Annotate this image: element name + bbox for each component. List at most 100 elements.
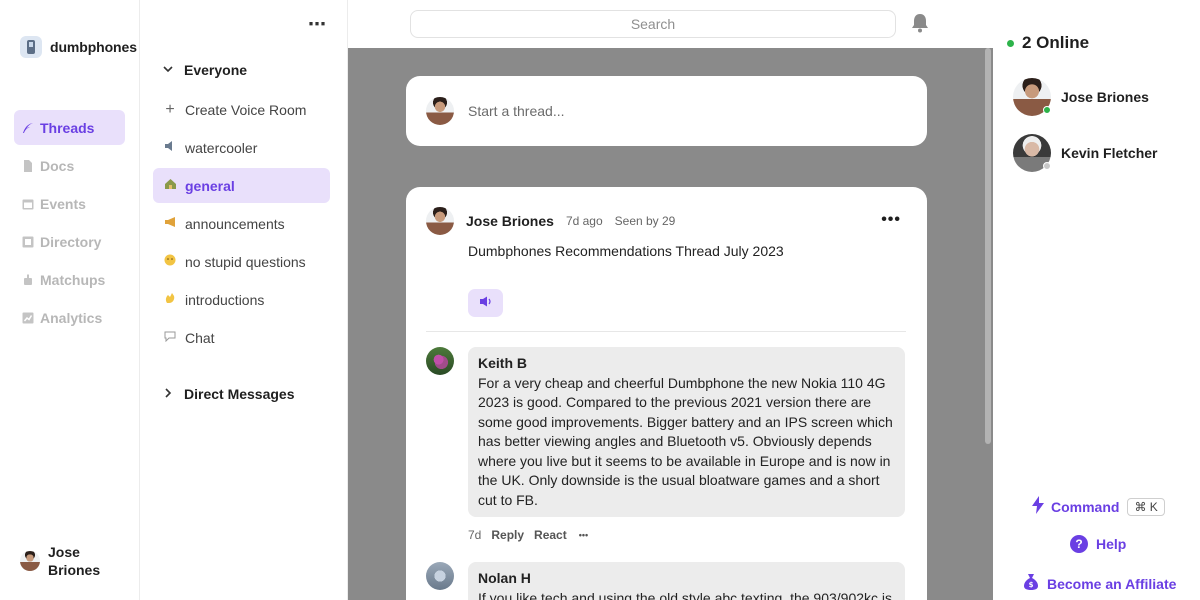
comment: Keith B For a very cheap and cheerful Du… — [426, 347, 905, 517]
calendar-icon — [22, 198, 34, 210]
money-bag-icon: $ — [1023, 573, 1039, 594]
brand-name: dumbphones — [50, 39, 137, 55]
nav-item-label: Events — [40, 195, 86, 212]
online-dot-icon — [1007, 39, 1014, 47]
phone-icon — [20, 36, 42, 58]
channel-list: + Create Voice Room watercooler general … — [153, 92, 330, 358]
plus-icon: + — [165, 100, 175, 118]
search-placeholder: Search — [630, 16, 676, 32]
comment-author[interactable]: Nolan H — [478, 569, 895, 589]
current-user[interactable]: Jose Briones — [20, 543, 108, 579]
bell-icon[interactable] — [911, 13, 929, 33]
more-options-icon[interactable]: ⋯ — [308, 14, 327, 35]
channel-no-stupid-questions[interactable]: no stupid questions — [153, 244, 330, 279]
affiliate-label: Become an Affiliate — [1047, 575, 1177, 592]
online-header: 2 Online — [1007, 33, 1089, 53]
avatar[interactable] — [426, 207, 454, 235]
nav-item-analytics[interactable]: Analytics — [14, 300, 125, 335]
online-user-name: Kevin Fletcher — [1061, 145, 1158, 161]
comment-bubble: Nolan H If you like tech and using the o… — [468, 562, 905, 600]
create-voice-room-button[interactable]: + Create Voice Room — [153, 92, 330, 127]
speaker-emoji-icon — [479, 296, 492, 310]
comment-more-icon[interactable]: ••• — [579, 530, 588, 540]
online-user[interactable]: Jose Briones — [1013, 78, 1149, 116]
nav-item-label: Matchups — [40, 271, 106, 288]
channel-introductions[interactable]: introductions — [153, 282, 330, 317]
section-everyone[interactable]: Everyone — [162, 62, 247, 78]
matchups-icon — [22, 274, 34, 286]
house-emoji-icon — [163, 178, 177, 193]
top-bar: Search — [348, 0, 993, 48]
command-label: Command — [1051, 498, 1120, 515]
thread-composer[interactable]: Start a thread... — [406, 76, 927, 146]
post-more-icon[interactable]: ••• — [881, 211, 901, 229]
nav-item-threads[interactable]: Threads — [14, 110, 125, 145]
divider — [426, 331, 906, 332]
speech-bubble-emoji-icon — [163, 330, 177, 345]
online-user[interactable]: Kevin Fletcher — [1013, 134, 1157, 172]
nav-item-label: Threads — [40, 119, 95, 136]
directory-icon — [22, 236, 34, 248]
comment: Nolan H If you like tech and using the o… — [426, 562, 905, 600]
svg-text:$: $ — [1029, 581, 1034, 589]
speaker-emoji-icon — [163, 140, 177, 155]
current-user-name: Jose Briones — [48, 544, 101, 578]
brand[interactable]: dumbphones — [20, 36, 137, 58]
comment-author[interactable]: Keith B — [478, 354, 895, 374]
avatar[interactable] — [426, 562, 454, 590]
comment-bubble: Keith B For a very cheap and cheerful Du… — [468, 347, 905, 517]
thread-feed[interactable]: Start a thread... Jose Briones 7d ago Se… — [348, 48, 993, 600]
channel-watercooler[interactable]: watercooler — [153, 130, 330, 165]
avatar[interactable] — [426, 347, 454, 375]
avatar — [20, 551, 40, 571]
online-user-name: Jose Briones — [1061, 89, 1149, 105]
reaction-button[interactable] — [468, 289, 503, 317]
comment-actions: 7d Reply React ••• — [468, 528, 588, 542]
thread-post: Jose Briones 7d ago Seen by 29 ••• Dumbp… — [406, 187, 927, 600]
avatar — [426, 97, 454, 125]
composer-placeholder: Start a thread... — [468, 103, 565, 119]
comment-text: For a very cheap and cheerful Dumbphone … — [478, 374, 893, 508]
channel-announcements[interactable]: announcements — [153, 206, 330, 241]
chevron-right-icon — [162, 387, 174, 401]
doc-icon — [22, 159, 34, 172]
feed-scrollbar[interactable] — [985, 48, 991, 444]
feather-icon — [22, 122, 34, 134]
left-nav: dumbphones Threads Docs Events Directory — [0, 0, 140, 600]
post-seen-count[interactable]: Seen by 29 — [615, 214, 676, 228]
post-time: 7d ago — [565, 214, 603, 228]
wave-emoji-icon — [163, 292, 177, 307]
status-indicator — [1043, 106, 1051, 114]
nav-item-directory[interactable]: Directory — [14, 224, 125, 259]
search-input[interactable]: Search — [410, 10, 896, 38]
channel-general[interactable]: general — [153, 168, 330, 203]
status-indicator — [1043, 162, 1051, 170]
chevron-down-icon — [162, 64, 174, 76]
post-author[interactable]: Jose Briones — [466, 213, 554, 229]
help-label: Help — [1096, 536, 1127, 552]
nav-item-matchups[interactable]: Matchups — [14, 262, 125, 297]
online-count: 2 Online — [1022, 33, 1090, 52]
reply-button[interactable]: Reply — [491, 528, 524, 542]
command-button[interactable]: Command ⌘ K — [1031, 496, 1165, 517]
become-affiliate-button[interactable]: $ Become an Affiliate — [1023, 573, 1176, 594]
nav-item-events[interactable]: Events — [14, 186, 125, 221]
section-direct-messages[interactable]: Direct Messages — [162, 386, 295, 402]
avatar — [1013, 78, 1051, 116]
nav-item-label: Directory — [40, 233, 102, 250]
nav-item-docs[interactable]: Docs — [14, 148, 125, 183]
channel-label: general — [185, 177, 235, 194]
channel-label: no stupid questions — [185, 253, 306, 270]
help-button[interactable]: ? Help — [1070, 535, 1126, 553]
section-label: Direct Messages — [184, 386, 295, 402]
right-rail: 2 Online Jose Briones Kevin Fletcher Com… — [993, 0, 1200, 600]
avatar — [1013, 134, 1051, 172]
channel-chat[interactable]: Chat — [153, 320, 330, 355]
post-header: Jose Briones 7d ago Seen by 29 — [426, 207, 675, 235]
nav-item-label: Analytics — [40, 309, 103, 326]
comment-text: If you like tech and using the old style… — [478, 589, 893, 600]
megaphone-emoji-icon — [163, 216, 177, 231]
channel-label: watercooler — [185, 139, 258, 156]
react-button[interactable]: React — [534, 528, 567, 542]
analytics-icon — [22, 312, 34, 324]
